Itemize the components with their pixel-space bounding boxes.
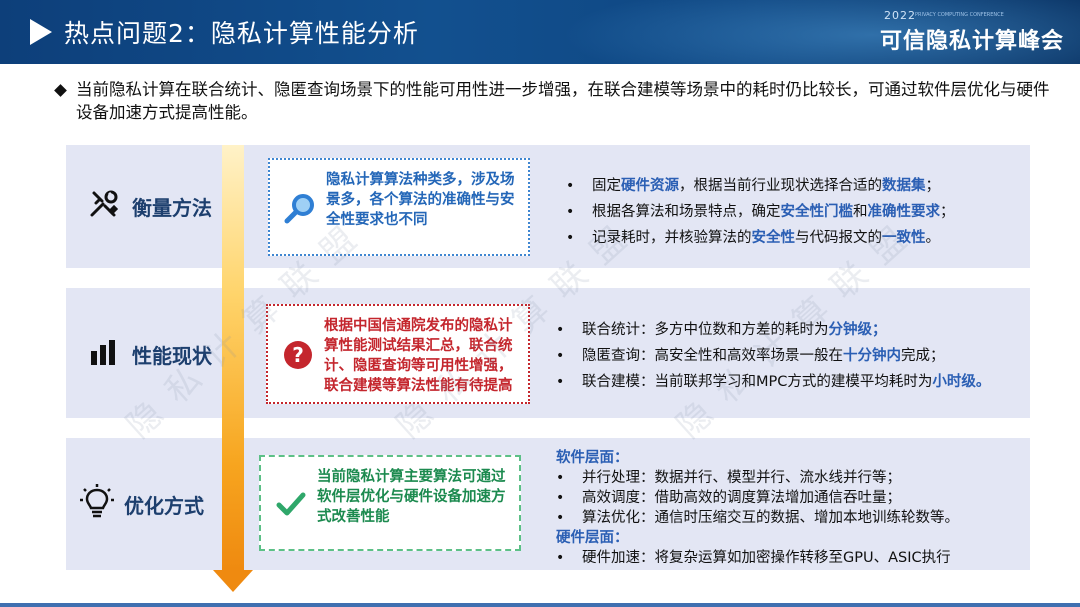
brand-logo-text: 可信隐私计算峰会 xyxy=(880,29,1065,54)
intro-text: 当前隐私计算在联合统计、隐匿查询场景下的性能可用性进一步增强，在联合建模等场景中… xyxy=(76,80,1050,122)
timeline-bar xyxy=(222,145,244,570)
tools-icon xyxy=(90,190,119,217)
list-item: 联合建模：当前联邦学习和MPC方式的建模平均耗时为小时级。 xyxy=(556,369,990,395)
measurement-list: 固定硬件资源，根据当前行业现状选择合适的数据集； 根据各算法和场景特点，确定安全… xyxy=(566,173,955,251)
svg-text:?: ? xyxy=(292,343,304,367)
note-text: 隐私计算算法种类多，涉及场景多，各个算法的准确性与安全性要求也不同 xyxy=(326,172,515,228)
list-item: 算法优化：通信时压缩交互的数据、增加本地训练轮数等。 xyxy=(556,508,959,528)
search-icon xyxy=(284,194,314,224)
list-item: 高效调度：借助高效的调度算法增加通信吞吐量； xyxy=(556,488,959,508)
section-label: 优化方式 xyxy=(124,494,204,518)
list-item: 联合统计：多方中位数和方差的耗时为分钟级； xyxy=(556,317,990,343)
note-text: 当前隐私计算主要算法可通过软件层优化与硬件设备加速方式改善性能 xyxy=(317,469,506,525)
section-label: 衡量方法 xyxy=(132,196,212,220)
header-bar: 热点问题2：隐私计算性能分析 2022 PRIVACY COMPUTING CO… xyxy=(0,0,1080,64)
list-item: 固定硬件资源，根据当前行业现状选择合适的数据集； xyxy=(566,173,955,199)
question-icon: ? xyxy=(284,341,312,369)
software-heading: 软件层面： xyxy=(556,450,629,466)
section-measurement: 衡量方法 隐私计算算法种类多，涉及场景多，各个算法的准确性与安全性要求也不同 固… xyxy=(66,145,1030,268)
check-icon xyxy=(276,492,306,516)
performance-list: 联合统计：多方中位数和方差的耗时为分钟级； 隐匿查询：高安全性和高效率场景一般在… xyxy=(556,317,990,395)
list-item: 记录耗时，并核验算法的安全性与代码报文的一致性。 xyxy=(566,225,955,251)
page-title: 热点问题2：隐私计算性能分析 xyxy=(64,19,419,48)
timeline-arrow-head-icon xyxy=(213,570,253,592)
list-item: 根据各算法和场景特点，确定安全性门槛和准确性要求； xyxy=(566,199,955,225)
lightbulb-icon xyxy=(80,484,114,518)
list-item: 并行处理：数据并行、模型并行、流水线并行等； xyxy=(556,468,959,488)
brand-year: 2022 xyxy=(884,9,916,22)
section-label: 性能现状 xyxy=(132,344,212,368)
note-text: 根据中国信通院发布的隐私计算性能测试结果汇总，联合统计、隐匿查询等可用性增强，联… xyxy=(324,318,513,394)
list-item: 硬件加速：将复杂运算如加密操作转移至GPU、ASIC执行 xyxy=(556,548,959,568)
hardware-heading: 硬件层面： xyxy=(556,530,629,546)
brand-subtitle: PRIVACY COMPUTING CONFERENCE xyxy=(915,12,1004,18)
diamond-bullet-icon xyxy=(54,84,67,97)
note-box-algorithms: 隐私计算算法种类多，涉及场景多，各个算法的准确性与安全性要求也不同 xyxy=(268,158,530,256)
note-box-optimization: 当前隐私计算主要算法可通过软件层优化与硬件设备加速方式改善性能 xyxy=(259,455,521,551)
list-item: 隐匿查询：高安全性和高效率场景一般在十分钟内完成； xyxy=(556,343,990,369)
bar-chart-icon xyxy=(91,340,115,365)
footer-line xyxy=(0,603,1080,607)
section-optimization: 优化方式 当前隐私计算主要算法可通过软件层优化与硬件设备加速方式改善性能 软件层… xyxy=(66,438,1030,570)
optimization-list: 软件层面： 并行处理：数据并行、模型并行、流水线并行等； 高效调度：借助高效的调… xyxy=(556,448,959,568)
play-arrow-icon xyxy=(30,19,52,45)
note-box-test-results: ? 根据中国信通院发布的隐私计算性能测试结果汇总，联合统计、隐匿查询等可用性增强… xyxy=(266,304,530,404)
section-performance: 性能现状 ? 根据中国信通院发布的隐私计算性能测试结果汇总，联合统计、隐匿查询等… xyxy=(66,288,1030,418)
